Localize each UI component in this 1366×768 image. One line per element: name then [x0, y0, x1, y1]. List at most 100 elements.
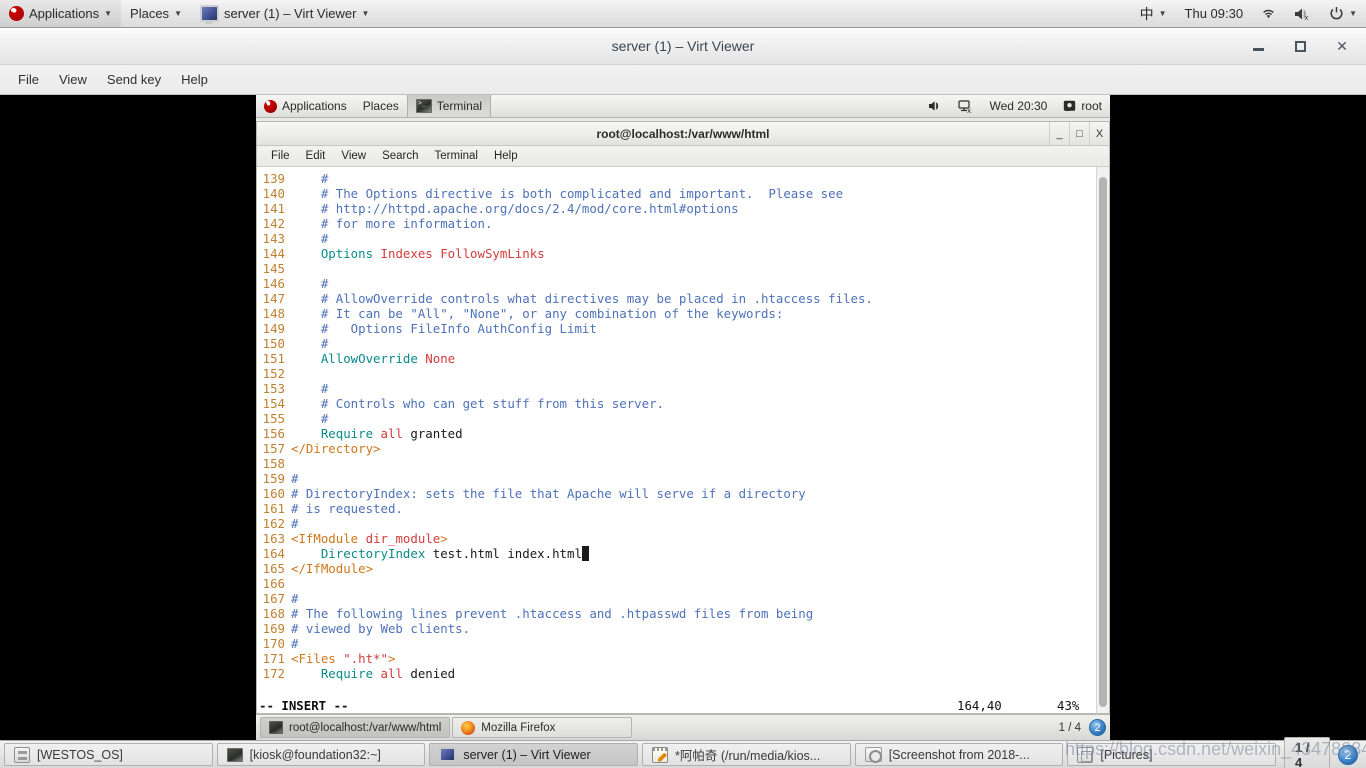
- guest-user-menu[interactable]: root: [1055, 95, 1110, 117]
- minimize-button[interactable]: [1250, 38, 1266, 54]
- terminal-maximize-button[interactable]: □: [1069, 122, 1089, 145]
- vim-text: #: [291, 276, 329, 291]
- vim-line: 161 # is requested.: [259, 501, 1096, 516]
- terminal-icon: [226, 747, 243, 762]
- terminal-close-button[interactable]: X: [1089, 122, 1109, 145]
- vim-line-number: 170: [262, 636, 285, 651]
- firefox-icon: [461, 720, 476, 735]
- power-menu[interactable]: ▼: [1320, 0, 1366, 27]
- guest-places-menu[interactable]: Places: [355, 95, 407, 117]
- vim-text: Require: [320, 666, 374, 681]
- input-method-indicator[interactable]: 中 ▼: [1131, 0, 1176, 27]
- files-icon: [14, 746, 30, 763]
- volume-icon: [929, 101, 939, 111]
- terminal-scrollbar[interactable]: [1096, 167, 1109, 713]
- host-applications-label: Applications: [29, 6, 100, 21]
- vim-text: dir_module: [365, 531, 441, 546]
- vim-line: 171 <Files ".ht*">: [259, 651, 1096, 666]
- vim-text: #: [291, 516, 299, 531]
- close-icon[interactable]: ✕: [1334, 38, 1350, 54]
- vim-line-number: 157: [262, 441, 285, 456]
- guest-clock[interactable]: Wed 20:30: [981, 95, 1055, 117]
- vim-text: # is requested.: [291, 501, 403, 516]
- guest-active-app[interactable]: >_ Terminal: [406, 95, 492, 117]
- terminal-menu-help[interactable]: Help: [486, 148, 526, 164]
- guest-taskbar-item[interactable]: Mozilla Firefox: [452, 717, 633, 738]
- terminal-menubar: File Edit View Search Terminal Help: [257, 146, 1109, 167]
- host-workspace-badge[interactable]: 2: [1338, 744, 1359, 765]
- volume-muted-indicator[interactable]: x: [1285, 0, 1320, 27]
- vim-cursor-position: 164,40: [957, 697, 1002, 713]
- vim-text: denied: [402, 666, 456, 681]
- vim-text: #: [291, 381, 329, 396]
- chevron-down-icon: ▼: [1349, 8, 1357, 18]
- terminal-menu-edit[interactable]: Edit: [298, 148, 334, 164]
- host-taskbar-item[interactable]: server (1) – Virt Viewer: [429, 743, 639, 766]
- vim-line: 156 Require all granted: [259, 426, 1096, 441]
- vim-text: #: [291, 636, 299, 651]
- vim-line: 152: [259, 366, 1096, 381]
- host-applications-menu[interactable]: Applications ▼: [0, 0, 122, 27]
- user-icon: [1064, 100, 1076, 111]
- guest-volume-indicator[interactable]: [920, 95, 950, 117]
- guest-applications-menu[interactable]: Applications: [256, 95, 355, 117]
- guest-taskbar: root@localhost:/var/www/html Mozilla Fire…: [256, 714, 1110, 740]
- vim-line-number: 158: [262, 456, 285, 471]
- svg-text:x: x: [1304, 14, 1308, 21]
- vim-editor[interactable]: 139 # 140 # The Options directive is bot…: [257, 167, 1096, 713]
- terminal-menu-search[interactable]: Search: [374, 148, 426, 164]
- terminal-body[interactable]: 139 # 140 # The Options directive is bot…: [257, 167, 1109, 713]
- menu-help[interactable]: Help: [171, 69, 218, 90]
- vim-text: DirectoryIndex: [320, 546, 426, 561]
- menu-view[interactable]: View: [49, 69, 97, 90]
- guest-workspace-label: 1 / 4: [1058, 721, 1081, 734]
- host-workspace-label: 1 / 4: [1284, 736, 1331, 768]
- vim-line-number: 168: [262, 606, 285, 621]
- maximize-button[interactable]: [1292, 38, 1308, 54]
- vim-line: 168 # The following lines prevent .htacce…: [259, 606, 1096, 621]
- text-editor-icon: [652, 746, 669, 763]
- menu-send-key[interactable]: Send key: [97, 69, 171, 90]
- menu-file[interactable]: File: [8, 69, 49, 90]
- vim-text: [373, 666, 380, 681]
- vim-line: 159 #: [259, 471, 1096, 486]
- vim-line: 139 #: [259, 171, 1096, 186]
- network-wifi-indicator[interactable]: [1252, 0, 1285, 27]
- host-taskbar-item[interactable]: [WESTOS_OS]: [4, 743, 213, 766]
- guest-network-indicator[interactable]: x: [950, 95, 981, 117]
- guest-top-panel: Applications Places >_ Terminal x Wed 20…: [256, 95, 1110, 118]
- guest-places-label: Places: [362, 99, 399, 113]
- host-taskbar-item[interactable]: [Screenshot from 2018-...: [854, 743, 1064, 766]
- vim-line-number: 172: [262, 666, 285, 681]
- host-clock[interactable]: Thu 09:30: [1176, 0, 1253, 27]
- terminal-menu-terminal[interactable]: Terminal: [427, 148, 486, 164]
- host-taskbar-item[interactable]: *阿帕奇 (/run/media/kios...: [642, 743, 851, 766]
- host-clock-label: Thu 09:30: [1184, 6, 1244, 21]
- host-taskbar-item[interactable]: [kiosk@foundation32:~]: [216, 743, 426, 766]
- scrollbar-thumb[interactable]: [1099, 177, 1107, 707]
- vim-line: 153 #: [259, 381, 1096, 396]
- guest-workspace-badge[interactable]: 2: [1089, 719, 1106, 736]
- vim-text: #: [291, 171, 336, 186]
- vm-window-icon: [439, 747, 457, 762]
- terminal-title: root@localhost:/var/www/html: [596, 126, 770, 141]
- host-places-menu[interactable]: Places ▼: [121, 0, 191, 27]
- virt-viewer-canvas[interactable]: Applications Places >_ Terminal x Wed 20…: [0, 95, 1366, 740]
- terminal-menu-view[interactable]: View: [333, 148, 374, 164]
- vim-line-number: 152: [262, 366, 285, 381]
- vim-text: # It can be "All", "None", or any combin…: [291, 306, 784, 321]
- vim-line-number: 143: [262, 231, 285, 246]
- host-workspace-switcher[interactable]: 1 / 4 2: [1284, 736, 1362, 768]
- vim-line-number: 171: [262, 651, 285, 666]
- image-viewer-icon: [864, 747, 882, 763]
- host-active-window-menu[interactable]: server (1) – Virt Viewer ▼: [191, 0, 378, 27]
- guest-taskbar-item[interactable]: root@localhost:/var/www/html: [260, 717, 451, 738]
- vim-text: Require: [320, 426, 374, 441]
- guest-window-area: root@localhost:/var/www/html _ □ X File …: [256, 118, 1110, 740]
- terminal-minimize-button[interactable]: _: [1049, 122, 1069, 145]
- vim-text: # The following lines prevent .htaccess …: [291, 606, 814, 621]
- vim-line: 170 #: [259, 636, 1096, 651]
- terminal-menu-file[interactable]: File: [263, 148, 298, 164]
- vim-text: None: [425, 351, 456, 366]
- host-taskbar-item[interactable]: [Pictures]: [1067, 743, 1277, 766]
